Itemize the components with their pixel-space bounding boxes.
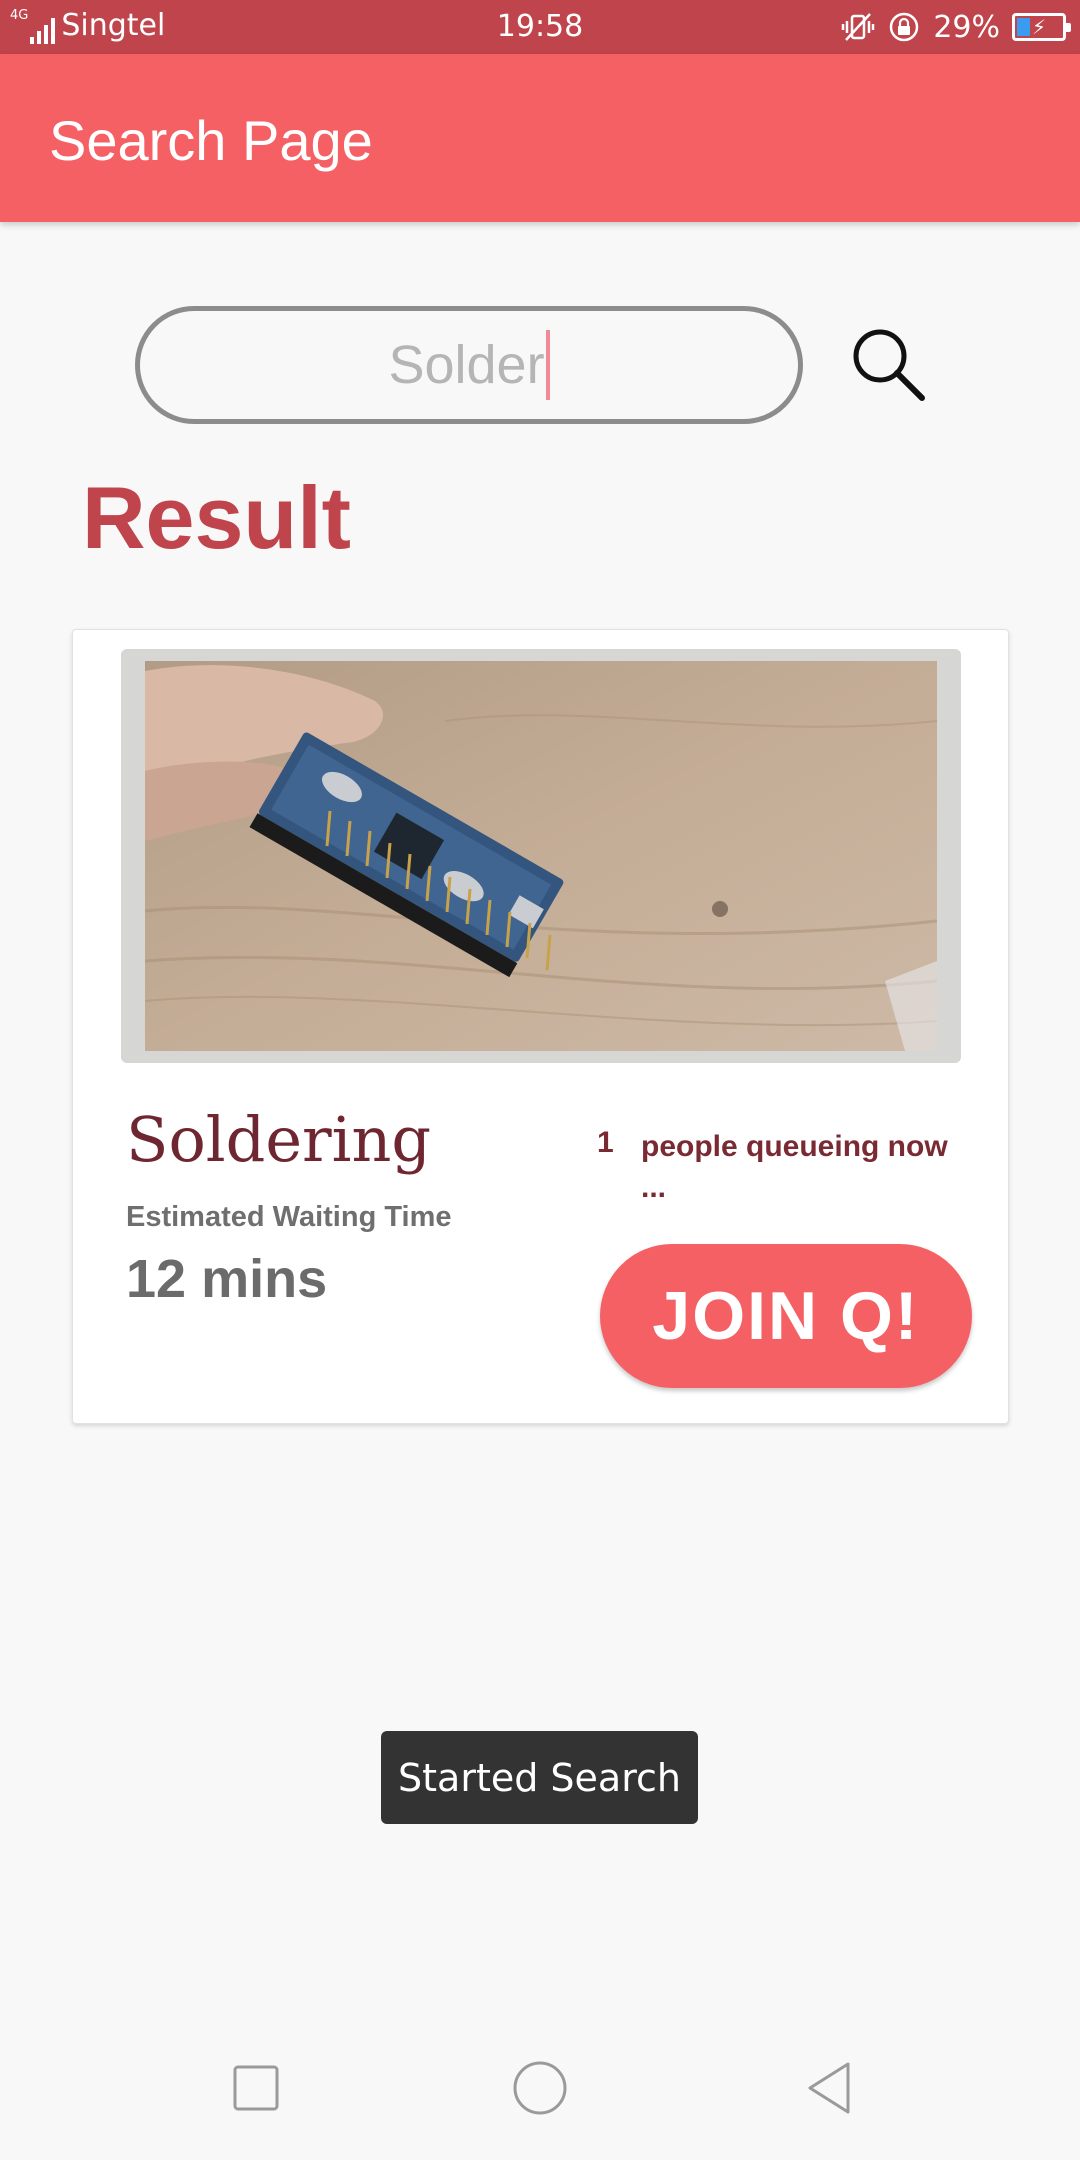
wait-time-value: 12 mins [126, 1249, 328, 1309]
queue-status-text: people queueing now ... [641, 1130, 948, 1204]
service-name: Soldering [126, 1103, 432, 1176]
status-right: 29% ⚡ [841, 8, 1071, 46]
status-bar: 4G Singtel 19:58 29% ⚡ [0, 0, 1080, 54]
battery-charging-icon: ⚡ [1012, 13, 1071, 41]
rotation-lock-icon [890, 12, 919, 42]
result-heading: Result [82, 468, 351, 567]
recent-apps-icon[interactable] [224, 2056, 288, 2120]
charging-bolt-icon: ⚡ [1031, 15, 1047, 39]
home-icon[interactable] [508, 2056, 572, 2120]
page-title: Search Page [49, 109, 373, 172]
system-nav-bar [0, 2016, 1080, 2160]
back-icon[interactable] [798, 2056, 862, 2120]
join-queue-button[interactable]: JOIN Q! [600, 1244, 972, 1388]
arduino-nano-board-photo [145, 661, 937, 1051]
queue-count: 1 [597, 1126, 614, 1159]
search-input-value: Solder [388, 335, 545, 395]
battery-percent: 29% [933, 9, 1000, 45]
toast-message: Started Search [381, 1731, 698, 1824]
wait-time-label: Estimated Waiting Time [126, 1201, 452, 1233]
result-card[interactable]: Soldering Estimated Waiting Time 12 mins… [72, 629, 1009, 1424]
service-image-frame [121, 649, 961, 1063]
search-icon[interactable] [846, 322, 930, 406]
search-input[interactable]: Solder [135, 306, 803, 424]
app-bar: Search Page [0, 54, 1080, 222]
vibrate-icon [842, 13, 875, 41]
text-cursor [545, 330, 550, 400]
